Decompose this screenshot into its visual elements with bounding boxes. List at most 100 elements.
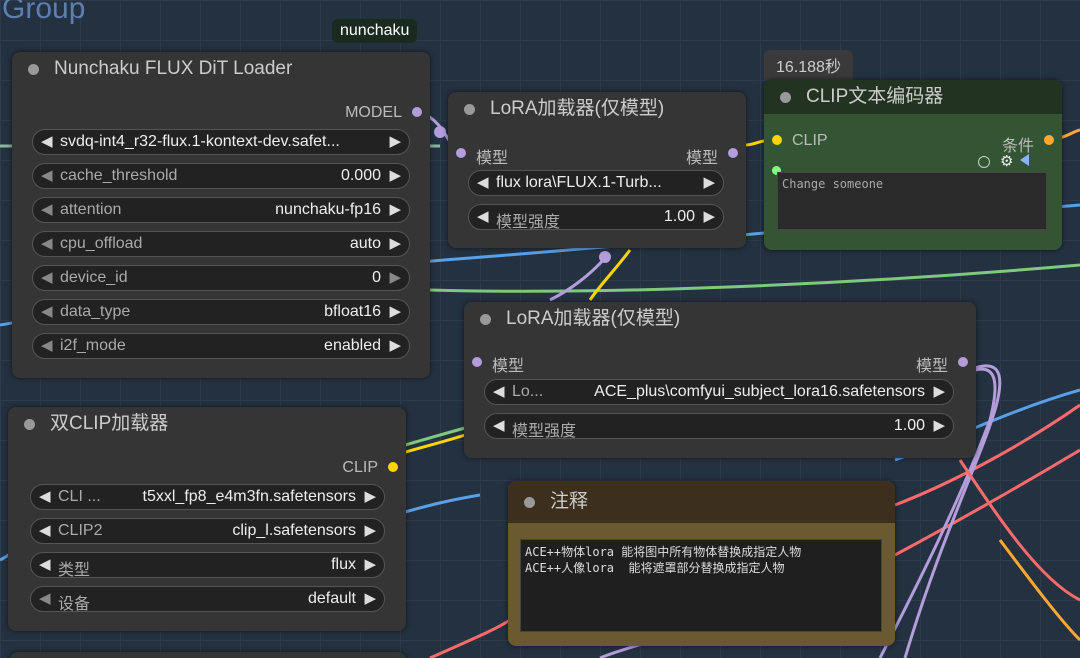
conditioning-output-dot[interactable] <box>1044 135 1054 145</box>
arrow-right-icon[interactable]: ▶ <box>389 166 401 184</box>
clip-input-dot[interactable] <box>772 135 782 145</box>
widget-value: nunchaku-fp16 <box>275 201 381 218</box>
arrow-right-icon[interactable]: ▶ <box>389 132 401 150</box>
model-output-dot[interactable] <box>412 107 422 117</box>
widget-label: 模型强度 <box>512 423 577 440</box>
clip-text-encoder-node[interactable]: CLIP文本编码器 CLIP 条件 ⚙ Change someone <box>764 80 1062 250</box>
arrow-left-icon[interactable]: ◀ <box>41 234 53 252</box>
widget-label: cache_threshold <box>60 167 178 184</box>
arrow-left-icon[interactable]: ◀ <box>41 268 53 286</box>
widget-i2f-mode[interactable]: ◀ i2f_mode enabled ▶ <box>32 333 410 359</box>
arrow-left-icon[interactable]: ◀ <box>41 302 53 320</box>
arrow-left-icon[interactable]: ◀ <box>477 173 489 191</box>
collapse-dot-icon[interactable] <box>480 314 491 325</box>
reroute-dot <box>434 126 446 138</box>
widget-cache-threshold[interactable]: ◀ cache_threshold 0.000 ▶ <box>32 163 410 189</box>
collapse-dot-icon[interactable] <box>464 104 475 115</box>
widget-cpu-offload[interactable]: ◀ cpu_offload auto ▶ <box>32 231 410 257</box>
arrow-left-icon[interactable]: ◀ <box>39 555 51 573</box>
node-title[interactable]: LoRA加载器(仅模型) <box>464 302 976 336</box>
clip-name-1-combo[interactable]: ◀ CLI ... t5xxl_fp8_e4m3fn.safetensors ▶ <box>30 484 385 510</box>
collapse-dot-icon[interactable] <box>24 419 35 430</box>
partial-node[interactable] <box>10 652 406 658</box>
arrow-left-icon[interactable]: ◀ <box>39 521 51 539</box>
collapse-dot-icon[interactable] <box>524 497 535 508</box>
settings-gear-icon[interactable]: ⚙ <box>1000 152 1013 170</box>
speaker-icon[interactable] <box>1020 154 1029 166</box>
note-textarea[interactable]: ACE++物体lora 能将图中所有物体替换成指定人物 ACE++人像lora … <box>520 539 882 632</box>
nunchaku-dit-loader-node[interactable]: Nunchaku FLUX DiT Loader MODEL ◀ svdq-in… <box>12 52 430 378</box>
lora-name-combo[interactable]: ◀ flux lora\FLUX.1-Turb... ▶ <box>468 170 724 196</box>
arrow-right-icon[interactable]: ▶ <box>389 268 401 286</box>
output-slot-label: 模型 <box>685 150 718 167</box>
lora-name-value: ACE_plus\comfyui_subject_lora16.safetens… <box>594 383 925 400</box>
arrow-right-icon[interactable]: ▶ <box>364 487 376 505</box>
widget-label: CLI ... <box>58 488 101 505</box>
lora-loader-node-1[interactable]: LoRA加载器(仅模型) 模型 模型 ◀ flux lora\FLUX.1-Tu… <box>448 92 746 248</box>
lora-name-combo[interactable]: ◀ Lo... ACE_plus\comfyui_subject_lora16.… <box>484 379 954 405</box>
device-combo[interactable]: ◀ 设备 default ▶ <box>30 586 385 613</box>
node-title[interactable]: Nunchaku FLUX DiT Loader <box>12 52 430 86</box>
widget-device-id[interactable]: ◀ device_id 0 ▶ <box>32 265 410 291</box>
type-combo[interactable]: ◀ 类型 flux ▶ <box>30 552 385 579</box>
strength-slider[interactable]: ◀ 模型强度 1.00 ▶ <box>484 413 954 440</box>
widget-value: t5xxl_fp8_e4m3fn.safetensors <box>142 488 356 505</box>
dual-clip-loader-node[interactable]: 双CLIP加载器 CLIP ◀ CLI ... t5xxl_fp8_e4m3fn… <box>8 407 406 631</box>
arrow-right-icon[interactable]: ▶ <box>389 336 401 354</box>
node-graph-canvas[interactable]: Group nunchaku 16.188秒 Nunchaku FLUX DiT… <box>0 0 1080 658</box>
arrow-left-icon[interactable]: ◀ <box>41 166 53 184</box>
arrow-left-icon[interactable]: ◀ <box>493 416 505 434</box>
arrow-right-icon[interactable]: ▶ <box>364 555 376 573</box>
lora-name-value: flux lora\FLUX.1-Turb... <box>496 174 662 191</box>
node-title[interactable]: 注释 <box>508 481 895 523</box>
widget-value: auto <box>349 235 381 252</box>
arrow-right-icon[interactable]: ▶ <box>389 200 401 218</box>
arrow-right-icon[interactable]: ▶ <box>703 173 715 191</box>
widget-data-type[interactable]: ◀ data_type bfloat16 ▶ <box>32 299 410 325</box>
arrow-right-icon[interactable]: ▶ <box>389 234 401 252</box>
arrow-right-icon[interactable]: ▶ <box>933 416 945 434</box>
node-title-text: 双CLIP加载器 <box>50 413 169 434</box>
prompt-textarea[interactable]: Change someone <box>777 172 1047 230</box>
output-slot-label: MODEL <box>345 104 402 121</box>
input-slot-label: 模型 <box>492 358 525 375</box>
arrow-right-icon[interactable]: ▶ <box>364 589 376 607</box>
toggle-circle-icon[interactable] <box>978 156 990 168</box>
widget-attention[interactable]: ◀ attention nunchaku-fp16 ▶ <box>32 197 410 223</box>
widget-label: device_id <box>60 269 128 286</box>
arrow-right-icon[interactable]: ▶ <box>389 302 401 320</box>
arrow-left-icon[interactable]: ◀ <box>39 589 51 607</box>
arrow-right-icon[interactable]: ▶ <box>703 207 715 225</box>
arrow-left-icon[interactable]: ◀ <box>493 382 505 400</box>
link-wire <box>998 539 1080 642</box>
arrow-left-icon[interactable]: ◀ <box>39 487 51 505</box>
widget-label: attention <box>60 201 122 218</box>
widget-value: enabled <box>324 337 381 354</box>
strength-slider[interactable]: ◀ 模型强度 1.00 ▶ <box>468 204 724 231</box>
widget-label: 类型 <box>58 562 91 579</box>
reroute-dot <box>599 251 611 263</box>
arrow-right-icon[interactable]: ▶ <box>364 521 376 539</box>
note-node[interactable]: 注释 ACE++物体lora 能将图中所有物体替换成指定人物 ACE++人像lo… <box>508 481 895 646</box>
clip-output-dot[interactable] <box>388 462 398 472</box>
collapse-dot-icon[interactable] <box>780 92 791 103</box>
arrow-right-icon[interactable]: ▶ <box>933 382 945 400</box>
widget-label: Lo... <box>512 383 544 400</box>
model-path-combo[interactable]: ◀ svdq-int4_r32-flux.1-kontext-dev.safet… <box>32 129 410 155</box>
node-title[interactable]: LoRA加载器(仅模型) <box>448 92 746 126</box>
collapse-dot-icon[interactable] <box>28 64 39 75</box>
widget-label: i2f_mode <box>60 337 126 354</box>
lora-loader-node-2[interactable]: LoRA加载器(仅模型) 模型 模型 ◀ Lo... ACE_plus\comf… <box>464 302 976 458</box>
model-output-dot[interactable] <box>728 148 738 158</box>
arrow-left-icon[interactable]: ◀ <box>41 200 53 218</box>
arrow-left-icon[interactable]: ◀ <box>477 207 489 225</box>
node-title[interactable]: CLIP文本编码器 <box>764 80 1062 114</box>
arrow-left-icon[interactable]: ◀ <box>41 336 53 354</box>
model-input-dot[interactable] <box>472 357 482 367</box>
widget-value: 0.000 <box>340 167 381 184</box>
node-title[interactable]: 双CLIP加载器 <box>8 407 406 441</box>
clip-name-2-combo[interactable]: ◀ CLIP2 clip_l.safetensors ▶ <box>30 518 385 544</box>
model-input-dot[interactable] <box>456 148 466 158</box>
arrow-left-icon[interactable]: ◀ <box>41 132 53 150</box>
model-output-dot[interactable] <box>958 357 968 367</box>
